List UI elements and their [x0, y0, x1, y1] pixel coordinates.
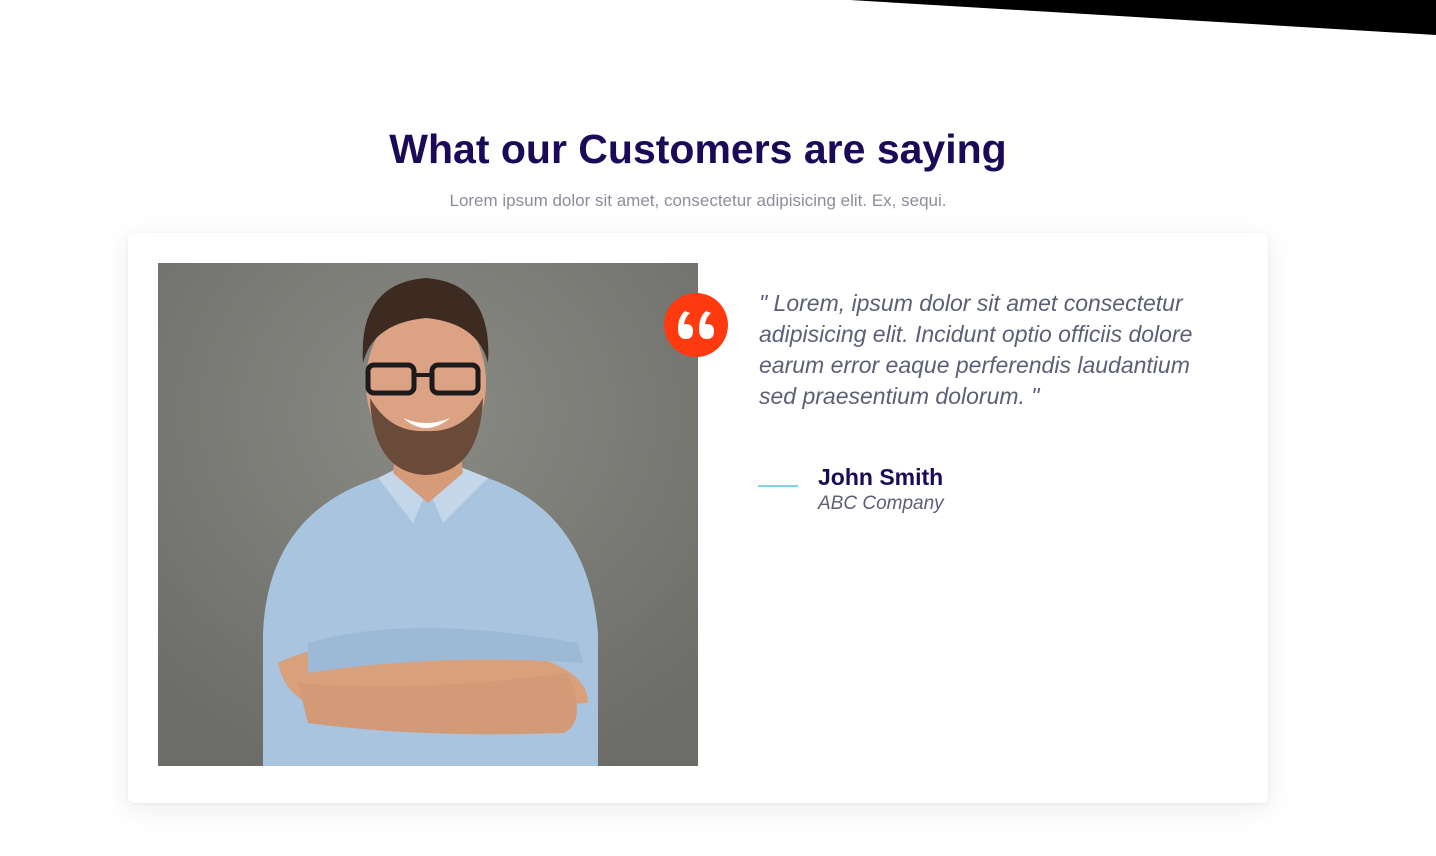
testimonial-quote: " Lorem, ipsum dolor sit amet consectetu…	[759, 290, 1193, 409]
decorative-top-shape	[850, 0, 1436, 35]
customer-photo	[158, 263, 698, 766]
section-subtitle: Lorem ipsum dolor sit amet, consectetur …	[449, 191, 947, 210]
quote-icon	[664, 293, 728, 357]
testimonial-card: " Lorem, ipsum dolor sit amet consectetu…	[128, 233, 1268, 803]
author-name: John Smith	[818, 464, 944, 490]
section-title: What our Customers are saying	[389, 126, 1007, 172]
author-divider	[758, 485, 798, 487]
author-company: ABC Company	[818, 493, 944, 514]
